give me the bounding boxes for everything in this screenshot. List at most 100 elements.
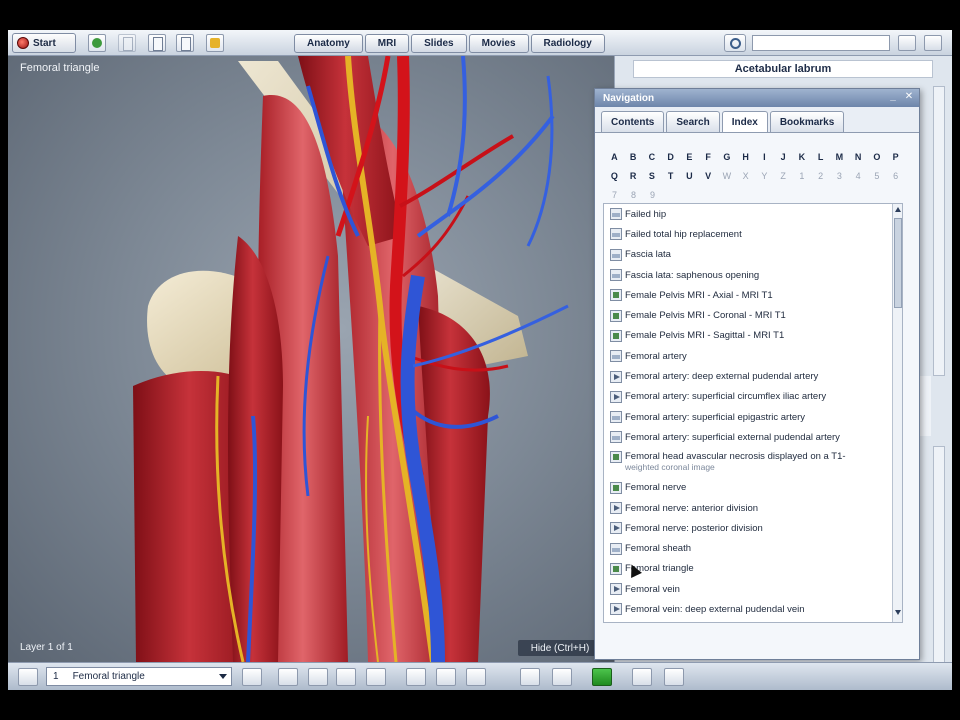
- index-letter[interactable]: O: [868, 152, 887, 162]
- export-icon[interactable]: [664, 668, 684, 686]
- tab-search[interactable]: Search: [666, 111, 720, 132]
- index-letter[interactable]: B: [624, 152, 643, 162]
- back-icon[interactable]: [118, 34, 136, 52]
- navigation-titlebar[interactable]: Navigation _ ✕: [595, 89, 919, 107]
- index-letter[interactable]: H: [736, 152, 755, 162]
- index-letter[interactable]: X: [736, 171, 755, 181]
- index-letter[interactable]: Q: [605, 171, 624, 181]
- list-item[interactable]: Femoral sheath: [604, 538, 902, 558]
- rotate-icon[interactable]: [366, 668, 386, 686]
- index-letter[interactable]: Z: [774, 171, 793, 181]
- list-item[interactable]: Femoral artery: deep external pudendal a…: [604, 366, 902, 386]
- previous-icon[interactable]: [308, 668, 328, 686]
- start-button[interactable]: Start: [12, 33, 76, 53]
- index-letter[interactable]: 6: [886, 171, 905, 181]
- pointer-icon[interactable]: [436, 668, 456, 686]
- index-letter[interactable]: M: [830, 152, 849, 162]
- list-item[interactable]: Female Pelvis MRI - Coronal - MRI T1: [604, 305, 902, 325]
- index-letter[interactable]: 7: [605, 190, 624, 200]
- list-item[interactable]: Femoral nerve: anterior division: [604, 498, 902, 518]
- index-letter[interactable]: V: [699, 171, 718, 181]
- anatomy-viewer[interactable]: Femoral triangle Layer 1 of 1 Hide (Ctrl…: [8, 56, 614, 662]
- index-list-scrollbar[interactable]: [892, 204, 902, 622]
- print-icon[interactable]: [176, 34, 194, 52]
- zoom-icon[interactable]: [466, 668, 486, 686]
- index-letter[interactable]: J: [774, 152, 793, 162]
- index-letter[interactable]: S: [643, 171, 662, 181]
- next-icon[interactable]: [336, 668, 356, 686]
- tab-anatomy[interactable]: Anatomy: [294, 34, 363, 53]
- close-icon[interactable]: ✕: [903, 91, 915, 103]
- list-item[interactable]: Femoral artery: superficial external pud…: [604, 427, 902, 447]
- lock-icon[interactable]: [242, 668, 262, 686]
- save-icon[interactable]: [552, 668, 572, 686]
- tab-slides[interactable]: Slides: [411, 34, 467, 53]
- search-icon[interactable]: [724, 34, 746, 52]
- index-letter[interactable]: U: [680, 171, 699, 181]
- search-input[interactable]: [752, 35, 890, 51]
- index-letter[interactable]: F: [699, 152, 718, 162]
- list-item[interactable]: Femoral artery: superficial circumflex i…: [604, 387, 902, 407]
- index-letter[interactable]: L: [811, 152, 830, 162]
- anatomy-3d-model[interactable]: [8, 56, 614, 662]
- document-icon[interactable]: [148, 34, 166, 52]
- scroll-up-icon[interactable]: [894, 205, 902, 215]
- index-letter[interactable]: N: [849, 152, 868, 162]
- index-letter[interactable]: 8: [624, 190, 643, 200]
- index-letter[interactable]: A: [605, 152, 624, 162]
- index-letter[interactable]: T: [661, 171, 680, 181]
- pencil-icon[interactable]: [406, 668, 426, 686]
- content-scrollbar-lower[interactable]: [933, 446, 945, 672]
- scroll-down-icon[interactable]: [894, 608, 902, 618]
- index-letter[interactable]: I: [755, 152, 774, 162]
- layer-select[interactable]: 1 Femoral triangle: [46, 667, 232, 686]
- tab-radiology[interactable]: Radiology: [530, 34, 605, 53]
- screen-icon[interactable]: [632, 668, 652, 686]
- index-letter[interactable]: C: [643, 152, 662, 162]
- quiz-icon[interactable]: [592, 668, 612, 686]
- copy-icon[interactable]: [520, 668, 540, 686]
- tab-movies[interactable]: Movies: [468, 34, 529, 53]
- list-item[interactable]: Femoral nerve: posterior division: [604, 518, 902, 538]
- index-letter[interactable]: 1: [793, 171, 812, 181]
- list-item[interactable]: Femoral vein: deep external pudendal vei…: [604, 599, 902, 619]
- index-letter[interactable]: P: [886, 152, 905, 162]
- list-item[interactable]: Femoral triangle: [604, 559, 902, 579]
- home-icon[interactable]: [88, 34, 106, 52]
- tab-contents[interactable]: Contents: [601, 111, 665, 132]
- index-letter[interactable]: E: [680, 152, 699, 162]
- list-item[interactable]: Failed total hip replacement: [604, 224, 902, 244]
- list-item[interactable]: Femoral artery: [604, 346, 902, 366]
- index-letter[interactable]: 2: [811, 171, 830, 181]
- list-item[interactable]: Fascia lata: saphenous opening: [604, 265, 902, 285]
- index-letter[interactable]: 3: [830, 171, 849, 181]
- list-item[interactable]: Failed hip: [604, 204, 902, 224]
- index-letter[interactable]: D: [661, 152, 680, 162]
- index-letter[interactable]: G: [718, 152, 737, 162]
- list-item[interactable]: Femoral nerve: [604, 478, 902, 498]
- index-letter[interactable]: 9: [643, 190, 662, 200]
- settings-icon[interactable]: [898, 35, 916, 51]
- link-icon[interactable]: [278, 668, 298, 686]
- content-scrollbar[interactable]: [933, 86, 945, 376]
- tab-bookmarks[interactable]: Bookmarks: [769, 111, 845, 132]
- list-item[interactable]: Femoral vein: [604, 579, 902, 599]
- help-icon[interactable]: [924, 35, 942, 51]
- list-item[interactable]: Femoral head avascular necrosis displaye…: [604, 448, 902, 478]
- scroll-thumb[interactable]: [894, 218, 902, 308]
- index-letter[interactable]: Y: [755, 171, 774, 181]
- hide-button[interactable]: Hide (Ctrl+H): [518, 640, 602, 656]
- layers-icon[interactable]: [18, 668, 38, 686]
- index-letter[interactable]: W: [718, 171, 737, 181]
- tab-mri[interactable]: MRI: [364, 34, 410, 53]
- index-letter[interactable]: 4: [849, 171, 868, 181]
- list-item[interactable]: Femoral artery: superficial epigastric a…: [604, 407, 902, 427]
- index-letter[interactable]: K: [793, 152, 812, 162]
- minimize-icon[interactable]: _: [887, 91, 899, 103]
- index-letter[interactable]: 5: [868, 171, 887, 181]
- tab-index[interactable]: Index: [721, 111, 768, 132]
- index-letter[interactable]: R: [624, 171, 643, 181]
- bookmark-icon[interactable]: [206, 34, 224, 52]
- list-item[interactable]: Fascia lata: [604, 245, 902, 265]
- list-item[interactable]: Female Pelvis MRI - Sagittal - MRI T1: [604, 326, 902, 346]
